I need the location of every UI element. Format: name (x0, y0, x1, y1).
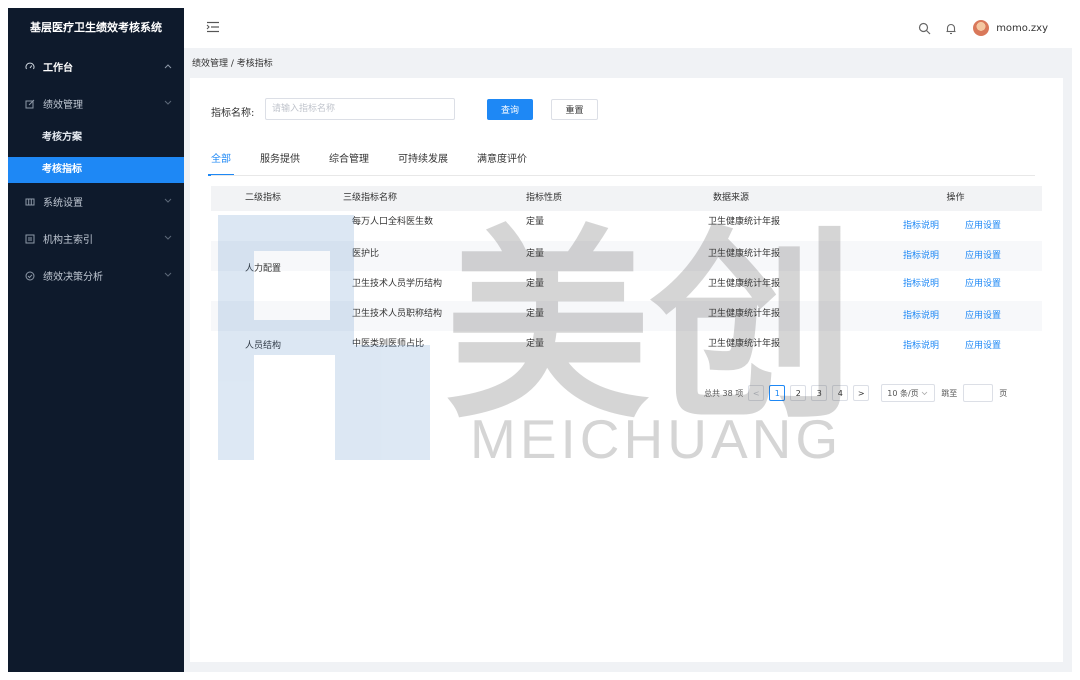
sidebar: 基层医疗卫生绩效考核系统 工作台 绩效管理 考核方案 考核指标 系统设置 机构主… (8, 8, 184, 672)
sidebar-item-decision-analysis[interactable]: 绩效决策分析 (8, 257, 184, 294)
app-title: 基层医疗卫生绩效考核系统 (30, 21, 162, 34)
list-icon (24, 233, 36, 245)
apply-settings-link[interactable]: 应用设置 (965, 241, 1001, 271)
table-row: 医护比 定量 卫生健康统计年报 指标说明 应用设置 (211, 241, 1042, 271)
sidebar-item-assessment-indicators[interactable]: 考核指标 (8, 157, 184, 183)
apply-settings-link[interactable]: 应用设置 (965, 331, 1001, 361)
explain-link[interactable]: 指标说明 (903, 211, 939, 241)
page-size-select[interactable]: 10 条/页 (881, 384, 936, 402)
table-body: 每万人口全科医生数 定量 卫生健康统计年报 指标说明 应用设置 医护比 定量 卫… (211, 211, 1042, 361)
page-button[interactable]: 3 (811, 385, 828, 401)
sidebar-item-label: 机构主索引 (43, 235, 93, 246)
edit-icon (24, 98, 36, 110)
chevron-down-icon (164, 98, 172, 109)
data-source: 卫生健康统计年报 (708, 339, 781, 349)
apply-settings-link[interactable]: 应用设置 (965, 211, 1001, 241)
total-count: 总共 38 项 (704, 388, 744, 398)
page-button[interactable]: 4 (832, 385, 849, 401)
data-source: 卫生健康统计年报 (708, 309, 781, 319)
explain-link[interactable]: 指标说明 (903, 269, 939, 299)
tab-service[interactable]: 服务提供 (260, 150, 300, 176)
indicator-table: 二级指标 三级指标名称 指标性质 数据来源 操作 每万人口全科医生数 定量 卫生… (211, 186, 1042, 361)
chevron-up-icon (164, 61, 172, 72)
chevron-down-icon (164, 270, 172, 281)
indicator-name: 卫生技术人员学历结构 (352, 279, 443, 289)
indicator-nature: 定量 (526, 339, 545, 349)
group-label: 人员结构 (244, 341, 281, 351)
indicator-name: 中医类别医师占比 (352, 339, 425, 349)
bell-icon[interactable] (945, 22, 957, 35)
indicator-nature: 定量 (526, 279, 545, 289)
jump-label: 跳至 (941, 388, 958, 398)
indicator-name: 医护比 (352, 249, 380, 259)
explain-link[interactable]: 指标说明 (903, 301, 939, 331)
indicator-nature: 定量 (526, 217, 545, 227)
table-row: 卫生技术人员职称结构 定量 卫生健康统计年报 指标说明 应用设置 (211, 301, 1042, 331)
apply-settings-link[interactable]: 应用设置 (965, 269, 1001, 299)
column-header: 操作 (946, 193, 965, 203)
data-source: 卫生健康统计年报 (708, 249, 781, 259)
breadcrumb: 绩效管理 / 考核指标 (192, 59, 273, 69)
tabs-divider (211, 175, 1035, 176)
check-circle-icon (24, 270, 36, 282)
sidebar-item-master-index[interactable]: 机构主索引 (8, 220, 184, 257)
indicator-nature: 定量 (526, 309, 545, 319)
data-source: 卫生健康统计年报 (708, 279, 781, 289)
table-header: 二级指标 三级指标名称 指标性质 数据来源 操作 (211, 186, 1042, 211)
column-header: 指标性质 (526, 193, 563, 203)
avatar[interactable] (973, 20, 990, 36)
indicator-name: 卫生技术人员职称结构 (352, 309, 443, 319)
sidebar-item-system-settings[interactable]: 系统设置 (8, 183, 184, 220)
explain-link[interactable]: 指标说明 (903, 331, 939, 361)
sidebar-item-label: 绩效管理 (43, 100, 83, 111)
query-button[interactable]: 查询 (487, 99, 533, 120)
indicator-name: 每万人口全科医生数 (352, 217, 434, 227)
search-icon[interactable] (918, 22, 931, 35)
username[interactable]: momo.zxy (996, 23, 1048, 34)
jump-page-input[interactable] (963, 384, 994, 402)
chevron-down-icon (164, 233, 172, 244)
dashboard-icon (24, 61, 36, 73)
table-row: 每万人口全科医生数 定量 卫生健康统计年报 指标说明 应用设置 (211, 211, 1042, 241)
grid-icon (24, 196, 36, 208)
indicator-name-input[interactable] (265, 98, 455, 120)
page-size-value: 10 条/页 (887, 388, 919, 398)
explain-link[interactable]: 指标说明 (903, 241, 939, 271)
pagination: 总共 38 项 < 1 2 3 4 > 10 条/页 跳至 页 (704, 384, 1007, 402)
tab-all[interactable]: 全部 (208, 150, 234, 176)
page-suffix: 页 (999, 388, 1008, 398)
tab-sustainable[interactable]: 可持续发展 (398, 150, 448, 176)
indicator-name-label: 指标名称: (211, 108, 255, 119)
sidebar-item-dashboard[interactable]: 工作台 (8, 48, 184, 85)
next-page-button[interactable]: > (853, 385, 870, 401)
page-button[interactable]: 2 (790, 385, 807, 401)
sidebar-item-label: 工作台 (43, 63, 73, 74)
sidebar-item-label: 系统设置 (43, 198, 83, 209)
apply-settings-link[interactable]: 应用设置 (965, 301, 1001, 331)
sidebar-item-assessment-plan[interactable]: 考核方案 (8, 124, 184, 152)
menu-fold-icon[interactable] (206, 21, 220, 36)
reset-button[interactable]: 重置 (551, 99, 598, 120)
top-bar: momo.zxy (184, 8, 1072, 48)
table-row: 中医类别医师占比 定量 卫生健康统计年报 指标说明 应用设置 (211, 331, 1042, 361)
page-button[interactable]: 1 (769, 385, 786, 401)
category-tabs: 全部 服务提供 综合管理 可持续发展 满意度评价 (208, 150, 556, 176)
chevron-down-icon (921, 391, 927, 395)
table-row: 卫生技术人员学历结构 定量 卫生健康统计年报 指标说明 应用设置 (211, 271, 1042, 301)
sidebar-item-label: 绩效决策分析 (43, 272, 103, 283)
tab-management[interactable]: 综合管理 (329, 150, 369, 176)
group-label: 人力配置 (244, 264, 281, 274)
chevron-down-icon (164, 196, 172, 207)
indicator-nature: 定量 (526, 249, 545, 259)
sidebar-item-performance[interactable]: 绩效管理 (8, 85, 184, 122)
tab-satisfaction[interactable]: 满意度评价 (477, 150, 527, 176)
data-source: 卫生健康统计年报 (708, 217, 781, 227)
column-header: 二级指标 (244, 193, 281, 203)
prev-page-button[interactable]: < (748, 385, 765, 401)
